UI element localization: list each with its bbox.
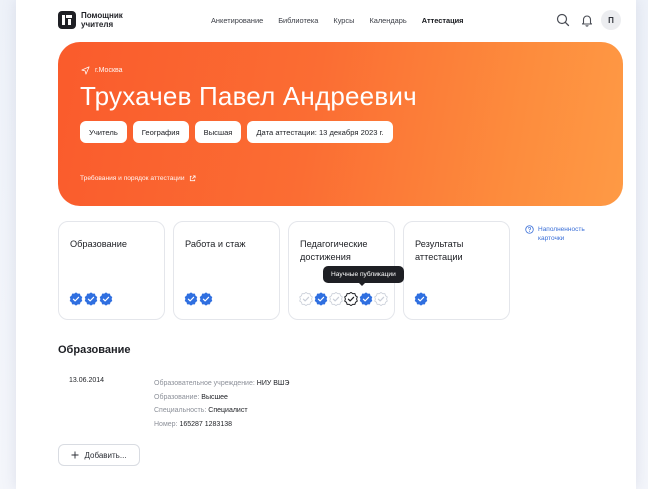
record-details: Образовательное учреждение: НИУ ВШЭ Обра… [154,377,289,431]
top-navbar: Помощник учителя Анкетирование Библиотек… [16,0,636,42]
record-line-institution: Образовательное учреждение: НИУ ВШЭ [154,377,289,391]
badge-row [69,292,113,306]
add-button[interactable]: Добавить... [58,444,140,466]
record-label: Специальность: [154,407,207,414]
card-education[interactable]: Образование [58,221,165,320]
chip-category: Высшая [194,121,242,143]
empty-badge-icon[interactable] [329,292,343,306]
nav-item-attestation[interactable]: Аттестация [422,16,464,25]
profile-chips: Учитель География Высшая Дата аттестации… [80,121,393,143]
search-icon[interactable] [556,13,570,27]
record-label: Номер: [154,420,178,428]
logo-icon[interactable] [58,11,76,29]
record-value: Высшее [201,393,228,401]
logo-text: Помощник учителя [81,11,141,29]
logo-line-1: Помощник [81,11,123,20]
nav-item-courses[interactable]: Курсы [333,16,354,25]
empty-badge-icon[interactable] [299,292,313,306]
requirements-link-text[interactable]: Требования и порядок аттестации [80,175,185,182]
chip-subject: География [132,121,189,143]
record-line-specialty: Специальность: Специалист [154,404,289,418]
location-arrow-icon [81,66,90,75]
record-label: Образовательное учреждение: [154,380,255,387]
record-value: 165287 1283138 [179,420,233,428]
add-button-label[interactable]: Добавить... [84,451,126,460]
card-title: Работа и стаж [185,239,246,249]
badge-row [414,292,428,306]
record-line-education: Образование: Высшее [154,391,289,405]
verified-badge-icon[interactable] [69,292,83,306]
nav-item-library[interactable]: Библиотека [278,16,318,25]
page: Помощник учителя Анкетирование Библиотек… [16,0,636,489]
plus-icon [71,451,79,459]
card-fill-link-text[interactable]: Наполненность карточки [538,225,598,243]
nav-item-calendar[interactable]: Календарь [369,16,406,25]
record-date: 13.06.2014 [69,377,105,384]
section-title: Образование [58,344,131,356]
record-label: Образование: [154,393,200,401]
question-icon [525,225,534,234]
badge-row [184,292,213,306]
record-value: НИУ ВШЭ [256,380,290,387]
verified-badge-icon[interactable] [184,292,198,306]
profile-hero: г.Москва Трухачев Павел Андреевич Учител… [58,42,623,206]
verified-badge-icon[interactable] [314,292,328,306]
location-text: г.Москва [95,67,123,74]
chip-attestation-date: Дата аттестации: 13 декабря 2023 г. [247,121,393,143]
card-title: Образование [70,239,127,249]
verified-badge-icon[interactable] [359,292,373,306]
card-fill-link[interactable]: Наполненность карточки [525,225,598,243]
badge-row [299,292,388,306]
card-title: Педагогические достижения [300,239,368,262]
verified-badge-icon[interactable] [414,292,428,306]
teacher-name: Трухачев Павел Андреевич [80,81,417,111]
verified-badge-icon[interactable] [84,292,98,306]
requirements-link[interactable]: Требования и порядок аттестации [80,175,196,182]
card-work-experience[interactable]: Работа и стаж [173,221,280,320]
location: г.Москва [81,66,123,75]
card-title: Результаты аттестации [415,239,464,262]
bell-icon[interactable] [580,13,594,27]
tooltip-arrow [358,282,366,286]
card-attestation-results[interactable]: Результаты аттестации [403,221,510,320]
record-line-number: Номер: 165287 1283138 [154,418,289,432]
record-value: Специалист [208,407,248,414]
badge-tooltip: Научные публикации [323,266,404,283]
avatar[interactable]: П [601,10,621,30]
external-link-icon [189,175,196,182]
verified-badge-icon[interactable] [199,292,213,306]
main-nav: Анкетирование Библиотека Курсы Календарь… [211,16,478,25]
hovered-badge-icon[interactable] [344,292,358,306]
verified-badge-icon[interactable] [99,292,113,306]
empty-badge-icon[interactable] [374,292,388,306]
chip-position: Учитель [80,121,127,143]
nav-item-survey[interactable]: Анкетирование [211,16,263,25]
logo-line-2: учителя [81,20,114,29]
